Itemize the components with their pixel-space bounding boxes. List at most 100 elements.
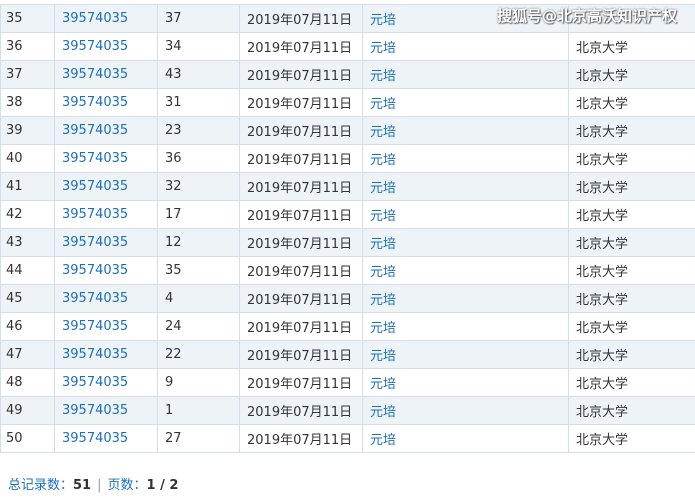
row-count-cell: 1 — [157, 396, 240, 425]
row-person-link[interactable]: 元培 — [370, 433, 396, 448]
total-records-value: 51 — [73, 478, 92, 493]
row-code-link[interactable]: 39574035 — [62, 431, 128, 446]
table-row: 45 39574035 4 2019年07月11日 元培 北京大学 — [0, 284, 695, 313]
row-person-link[interactable]: 元培 — [370, 41, 396, 56]
row-date-cell: 2019年07月11日 — [239, 256, 363, 285]
row-count-cell: 37 — [157, 4, 240, 33]
row-person-link[interactable]: 元培 — [370, 153, 396, 168]
total-records-label: 总记录数： — [8, 478, 74, 493]
row-count-cell: 23 — [157, 116, 240, 145]
row-org-cell: 北京大学 — [568, 200, 695, 229]
row-code-cell: 39574035 — [54, 284, 158, 313]
row-count-cell: 24 — [157, 312, 240, 341]
row-index-cell: 40 — [0, 144, 55, 173]
row-person-cell: 元培 — [362, 368, 569, 397]
row-count-cell: 22 — [157, 340, 240, 369]
row-person-link[interactable]: 元培 — [370, 377, 396, 392]
row-person-cell: 元培 — [362, 32, 569, 61]
row-person-cell: 元培 — [362, 228, 569, 257]
row-person-cell: 元培 — [362, 60, 569, 89]
row-person-link[interactable]: 元培 — [370, 125, 396, 140]
row-person-cell: 元培 — [362, 284, 569, 313]
row-code-link[interactable]: 39574035 — [62, 11, 128, 26]
footer-separator: | — [97, 478, 102, 493]
row-org-cell: 北京大学 — [568, 172, 695, 201]
row-person-link[interactable]: 元培 — [370, 237, 396, 252]
row-code-cell: 39574035 — [54, 60, 158, 89]
table-row: 42 39574035 17 2019年07月11日 元培 北京大学 — [0, 200, 695, 229]
row-person-link[interactable]: 元培 — [370, 321, 396, 336]
row-person-cell: 元培 — [362, 88, 569, 117]
table-row: 48 39574035 9 2019年07月11日 元培 北京大学 — [0, 368, 695, 397]
row-org-cell: 北京大学 — [568, 284, 695, 313]
row-person-link[interactable]: 元培 — [370, 13, 396, 28]
row-person-cell: 元培 — [362, 312, 569, 341]
row-code-cell: 39574035 — [54, 88, 158, 117]
row-code-link[interactable]: 39574035 — [62, 179, 128, 194]
row-code-link[interactable]: 39574035 — [62, 235, 128, 250]
results-table: 35 39574035 37 2019年07月11日 元培 36 39574035 34 201… — [0, 4, 695, 453]
row-index-cell: 47 — [0, 340, 55, 369]
row-index-cell: 38 — [0, 88, 55, 117]
row-date-cell: 2019年07月11日 — [239, 116, 363, 145]
row-count-cell: 31 — [157, 88, 240, 117]
row-code-link[interactable]: 39574035 — [62, 39, 128, 54]
row-count-cell: 4 — [157, 284, 240, 313]
row-date-cell: 2019年07月11日 — [239, 368, 363, 397]
row-person-link[interactable]: 元培 — [370, 293, 396, 308]
row-code-cell: 39574035 — [54, 4, 158, 33]
row-person-link[interactable]: 元培 — [370, 265, 396, 280]
row-org-cell: 北京大学 — [568, 228, 695, 257]
table-row: 36 39574035 34 2019年07月11日 元培 北京大学 — [0, 32, 695, 61]
row-date-cell: 2019年07月11日 — [239, 144, 363, 173]
row-index-cell: 50 — [0, 424, 55, 453]
row-count-cell: 12 — [157, 228, 240, 257]
row-person-link[interactable]: 元培 — [370, 349, 396, 364]
row-index-cell: 43 — [0, 228, 55, 257]
row-index-cell: 41 — [0, 172, 55, 201]
row-org-cell: 北京大学 — [568, 424, 695, 453]
row-count-cell: 34 — [157, 32, 240, 61]
row-index-cell: 46 — [0, 312, 55, 341]
table-row: 41 39574035 32 2019年07月11日 元培 北京大学 — [0, 172, 695, 201]
table-row: 47 39574035 22 2019年07月11日 元培 北京大学 — [0, 340, 695, 369]
row-person-link[interactable]: 元培 — [370, 181, 396, 196]
row-date-cell: 2019年07月11日 — [239, 200, 363, 229]
row-code-link[interactable]: 39574035 — [62, 67, 128, 82]
table-row: 44 39574035 35 2019年07月11日 元培 北京大学 — [0, 256, 695, 285]
row-date-cell: 2019年07月11日 — [239, 284, 363, 313]
table-row: 37 39574035 43 2019年07月11日 元培 北京大学 — [0, 60, 695, 89]
row-index-cell: 37 — [0, 60, 55, 89]
row-org-cell: 北京大学 — [568, 256, 695, 285]
row-code-link[interactable]: 39574035 — [62, 207, 128, 222]
row-index-cell: 48 — [0, 368, 55, 397]
row-org-cell: 北京大学 — [568, 368, 695, 397]
row-person-link[interactable]: 元培 — [370, 209, 396, 224]
row-code-link[interactable]: 39574035 — [62, 319, 128, 334]
row-org-cell: 北京大学 — [568, 396, 695, 425]
row-code-cell: 39574035 — [54, 312, 158, 341]
row-code-link[interactable]: 39574035 — [62, 403, 128, 418]
row-code-link[interactable]: 39574035 — [62, 123, 128, 138]
row-code-cell: 39574035 — [54, 116, 158, 145]
row-code-link[interactable]: 39574035 — [62, 347, 128, 362]
row-code-cell: 39574035 — [54, 340, 158, 369]
row-code-link[interactable]: 39574035 — [62, 375, 128, 390]
row-index-cell: 36 — [0, 32, 55, 61]
row-code-link[interactable]: 39574035 — [62, 95, 128, 110]
row-code-link[interactable]: 39574035 — [62, 151, 128, 166]
row-person-link[interactable]: 元培 — [370, 97, 396, 112]
row-org-cell: 北京大学 — [568, 32, 695, 61]
row-date-cell: 2019年07月11日 — [239, 340, 363, 369]
row-code-cell: 39574035 — [54, 256, 158, 285]
row-count-cell: 43 — [157, 60, 240, 89]
row-code-link[interactable]: 39574035 — [62, 263, 128, 278]
row-index-cell: 39 — [0, 116, 55, 145]
row-code-link[interactable]: 39574035 — [62, 291, 128, 306]
watermark: 搜狐号@北京高沃知识产权 — [497, 7, 678, 25]
row-person-link[interactable]: 元培 — [370, 405, 396, 420]
table-row: 38 39574035 31 2019年07月11日 元培 北京大学 — [0, 88, 695, 117]
row-person-link[interactable]: 元培 — [370, 69, 396, 84]
row-person-cell: 元培 — [362, 116, 569, 145]
row-date-cell: 2019年07月11日 — [239, 60, 363, 89]
